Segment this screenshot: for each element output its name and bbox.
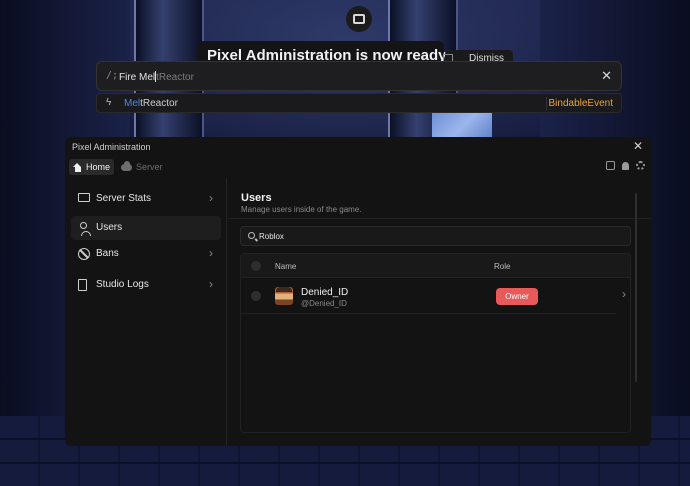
- tab-home[interactable]: Home: [69, 159, 114, 175]
- chevron-right-icon: ›: [209, 191, 213, 205]
- role-badge: Owner: [496, 288, 538, 305]
- command-input[interactable]: Fire MeltReactor: [119, 71, 194, 83]
- lightning-icon: ϟ: [106, 97, 112, 108]
- divider: [228, 218, 651, 219]
- logs-icon: [78, 279, 87, 291]
- bell-icon[interactable]: [622, 162, 629, 170]
- cloud-icon: [121, 160, 132, 171]
- chevron-right-icon: ›: [209, 246, 213, 260]
- users-table: Name Role Denied_ID @Denied_ID Owner ›: [240, 253, 631, 433]
- suggestion-divider: [546, 97, 547, 110]
- monitor-icon: [78, 193, 90, 202]
- sidebar-item-label: Bans: [96, 248, 119, 259]
- chevron-right-icon[interactable]: ›: [622, 287, 626, 301]
- sidebar-item-users[interactable]: Users: [71, 216, 221, 240]
- row-checkbox[interactable]: [251, 291, 261, 301]
- command-prefix: /;: [106, 70, 119, 81]
- sidebar-item-server-stats[interactable]: Server Stats ›: [71, 187, 221, 211]
- users-icon: [78, 222, 91, 236]
- roblox-menu-icon[interactable]: [346, 6, 372, 32]
- sidebar-item-bans[interactable]: Bans ›: [71, 242, 221, 266]
- command-ghost-text: tReactor: [156, 72, 194, 83]
- close-icon[interactable]: ✕: [633, 139, 643, 153]
- chat-icon[interactable]: [606, 161, 615, 170]
- user-display-name: Denied_ID: [301, 287, 349, 298]
- admin-window: Pixel Administration ✕ Home Server Serve…: [65, 137, 651, 446]
- command-suggestion[interactable]: ϟ MeltReactor BindableEvent: [96, 93, 622, 113]
- window-title: Pixel Administration: [72, 142, 151, 152]
- command-bar[interactable]: /; Fire MeltReactor ✕: [96, 61, 622, 91]
- sidebar-item-label: Server Stats: [96, 193, 152, 204]
- table-header: Name Role: [241, 254, 630, 278]
- command-typed-text: Fire Mel: [119, 72, 156, 83]
- suggestion-label: MeltReactor: [124, 98, 178, 109]
- user-search-input[interactable]: Roblox: [240, 226, 631, 246]
- search-icon: [248, 232, 255, 239]
- tab-server[interactable]: Server: [121, 159, 163, 175]
- gear-icon[interactable]: [636, 161, 645, 170]
- sidebar: Server Stats › Users Bans › Studio Logs …: [65, 178, 227, 446]
- table-row[interactable]: Denied_ID @Denied_ID Owner ›: [241, 278, 626, 314]
- toolbar-icons: [606, 161, 645, 170]
- column-header-name: Name: [275, 262, 297, 271]
- tab-home-label: Home: [86, 162, 111, 172]
- home-icon: [73, 162, 82, 172]
- sidebar-item-studio-logs[interactable]: Studio Logs ›: [71, 273, 221, 297]
- search-value: Roblox: [259, 232, 284, 241]
- window-titlebar[interactable]: Pixel Administration ✕: [65, 137, 651, 156]
- close-icon[interactable]: ✕: [601, 68, 612, 84]
- select-all-checkbox[interactable]: [251, 261, 261, 271]
- ban-icon: [78, 248, 90, 260]
- user-handle: @Denied_ID: [301, 299, 347, 308]
- sidebar-item-label: Studio Logs: [96, 279, 149, 290]
- suggestion-match: Mel: [124, 98, 141, 109]
- page-subtitle: Manage users inside of the game.: [241, 205, 362, 214]
- sidebar-item-label: Users: [96, 222, 123, 233]
- users-page: Users Manage users inside of the game. R…: [228, 178, 651, 446]
- suggestion-type: BindableEvent: [548, 98, 614, 109]
- chevron-right-icon: ›: [209, 277, 213, 291]
- tab-server-label: Server: [136, 162, 163, 172]
- scrollbar[interactable]: [635, 193, 637, 382]
- window-tabs: Home Server: [65, 156, 651, 178]
- page-title: Users: [241, 192, 272, 204]
- avatar: [275, 287, 293, 305]
- suggestion-rest: tReactor: [140, 98, 178, 109]
- column-header-role: Role: [494, 262, 511, 271]
